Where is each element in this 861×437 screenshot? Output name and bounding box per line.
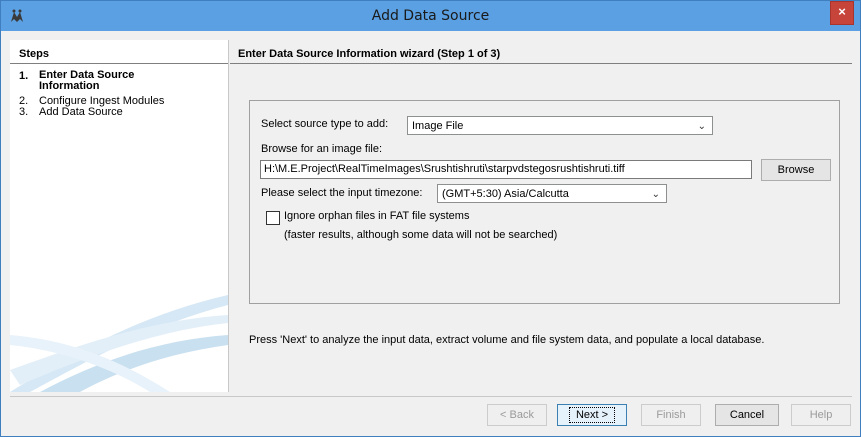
next-hint-text: Press 'Next' to analyze the input data, …: [249, 334, 765, 346]
step-label: Enter Data Source Information: [39, 69, 135, 92]
footer-divider: [10, 396, 852, 397]
back-button[interactable]: < Back: [487, 404, 547, 426]
title-bar[interactable]: Add Data Source ×: [1, 1, 860, 31]
steps-panel: Steps 1. Enter Data Source Information 2.…: [10, 40, 229, 392]
close-icon: ×: [838, 4, 846, 19]
chevron-down-icon: ⌄: [651, 189, 660, 200]
wizard-divider: [230, 63, 852, 64]
close-button[interactable]: ×: [830, 1, 854, 25]
chevron-down-icon: ⌄: [697, 121, 706, 132]
next-button[interactable]: Next >: [557, 404, 627, 426]
next-button-label: Next >: [568, 407, 616, 423]
timezone-select[interactable]: (GMT+5:30) Asia/Calcutta ⌄: [437, 184, 667, 203]
image-path-input[interactable]: H:\M.E.Project\RealTimeImages\Srushtishr…: [260, 160, 752, 179]
steps-header: Steps: [19, 48, 49, 60]
source-type-value: Image File: [412, 120, 464, 132]
browse-label: Browse for an image file:: [261, 143, 383, 155]
ignore-orphan-note: (faster results, although some data will…: [284, 229, 558, 241]
steps-divider: [10, 63, 228, 64]
wizard-panel: Enter Data Source Information wizard (St…: [230, 40, 852, 392]
window-title: Add Data Source: [371, 8, 490, 24]
browse-button[interactable]: Browse: [761, 159, 831, 181]
help-button[interactable]: Help: [791, 404, 851, 426]
finish-button[interactable]: Finish: [641, 404, 701, 426]
timezone-label: Please select the input timezone:: [261, 187, 423, 199]
timezone-value: (GMT+5:30) Asia/Calcutta: [442, 188, 569, 200]
step-label: Add Data Source: [39, 106, 123, 118]
decorative-swoosh-image: [10, 295, 228, 392]
ignore-orphan-checkbox[interactable]: [266, 211, 280, 225]
source-type-select[interactable]: Image File ⌄: [407, 116, 713, 135]
step-number: 1.: [19, 70, 29, 82]
cancel-button[interactable]: Cancel: [715, 404, 779, 426]
step-item-1: 1. Enter Data Source Information: [19, 70, 189, 92]
add-data-source-dialog: Add Data Source × Steps 1. Enter Data Sou…: [0, 0, 861, 437]
wizard-header: Enter Data Source Information wizard (St…: [238, 48, 501, 60]
source-settings-box: Select source type to add: Image File ⌄ …: [249, 100, 840, 304]
source-type-label: Select source type to add:: [261, 118, 389, 130]
step-item-3: 3. Add Data Source: [19, 106, 123, 118]
step-number: 3.: [19, 106, 29, 118]
ignore-orphan-label[interactable]: Ignore orphan files in FAT file systems: [284, 210, 469, 222]
